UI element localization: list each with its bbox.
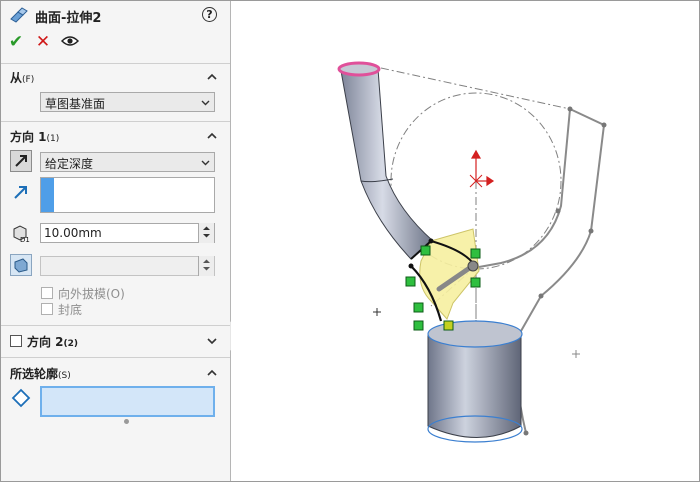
direction-vector-icon-box [10,181,32,203]
reverse-direction-icon [10,150,32,172]
direction2-section-shortcut: (2) [63,339,79,349]
contour-diamond-icon [11,388,31,408]
direction2-checkbox[interactable] [10,335,22,347]
divider [1,325,230,326]
cap-end-label: 封底 [58,303,83,317]
depth-spinner[interactable] [198,223,214,243]
from-dropdown[interactable]: 草图基准面 [40,92,215,112]
chevron-down-icon[interactable] [207,336,217,346]
spinner-arrows-icon [203,259,210,271]
from-section-header[interactable]: 从(F) [10,69,34,86]
depth-value: 10.00mm [44,226,102,240]
property-manager-panel: 曲面-拉伸2 ? ✔ ✕ 从(F) 草图基准面 方向 1(1) 给定深度 D1 … [1,1,231,481]
svg-text:D1: D1 [20,236,30,244]
panel-title: 曲面-拉伸2 [35,11,102,26]
contour-icon-box [10,387,32,409]
chevron-up-icon[interactable] [207,368,217,378]
eye-icon [60,36,80,46]
model-canvas[interactable] [231,1,699,481]
cancel-button[interactable]: ✕ [33,31,53,53]
depth-dimension-icon: D1 [13,225,30,244]
graphics-viewport[interactable] [231,1,699,481]
action-bar: ✔ ✕ [1,31,230,53]
draft-outward-checkbox-row[interactable]: 向外拔模(O) [41,285,125,302]
chevron-down-icon [201,160,210,166]
direction1-section-header[interactable]: 方向 1(1) [10,128,59,145]
direction1-section-title: 方向 1 [10,130,47,144]
divider [1,357,230,358]
origin-triad-icon [469,149,495,188]
draft-angle-input[interactable] [40,256,215,276]
chevron-down-icon [201,100,210,106]
cap-end-checkbox[interactable] [41,303,53,315]
from-section-shortcut: (F) [22,75,35,85]
resize-grip[interactable] [124,419,129,424]
chevron-up-icon[interactable] [207,131,217,141]
cap-end-checkbox-row[interactable]: 封底 [41,301,82,318]
chevron-up-icon[interactable] [207,72,217,82]
preview-eye-button[interactable] [60,31,80,53]
panel-titlebar: 曲面-拉伸2 ? [1,1,230,29]
from-dropdown-value: 草图基准面 [45,97,106,111]
app-window: 曲面-拉伸2 ? ✔ ✕ 从(F) 草图基准面 方向 1(1) 给定深度 D1 … [0,0,700,482]
selection-focus-bar [41,178,54,212]
bent-tube-body [337,61,434,260]
depth-icon-box: D1 [10,223,32,245]
help-button[interactable]: ? [202,7,217,22]
depth-input[interactable]: 10.00mm [40,223,215,243]
end-condition-dropdown[interactable]: 给定深度 [40,152,215,172]
contours-selection-box[interactable] [40,386,215,417]
direction2-section-title: 方向 2 [27,335,64,349]
arrow-vector-icon [14,186,27,199]
extrude-surface-icon [9,7,29,26]
direction1-section-shortcut: (1) [46,134,60,144]
from-section-title: 从 [10,71,23,85]
divider [1,63,230,64]
cylinder-body [427,320,523,443]
spinner-arrows-icon [203,226,210,238]
contours-section-shortcut: (S) [58,371,71,381]
divider [1,121,230,122]
draft-outward-checkbox[interactable] [41,287,53,299]
draft-outward-label: 向外拔模(O) [58,287,125,301]
draft-angle-spinner[interactable] [198,256,214,276]
contours-section-header[interactable]: 所选轮廓(S) [10,365,71,382]
ok-button[interactable]: ✔ [6,31,26,53]
direction-vector-selection-box[interactable] [40,177,215,213]
draft-icon [10,254,32,276]
draft-toggle-button[interactable] [10,254,32,276]
reverse-direction-button[interactable] [10,150,32,172]
contours-section-title: 所选轮廓 [10,367,59,381]
direction2-section-header[interactable]: 方向 2(2) [10,333,78,350]
end-condition-value: 给定深度 [45,157,94,171]
